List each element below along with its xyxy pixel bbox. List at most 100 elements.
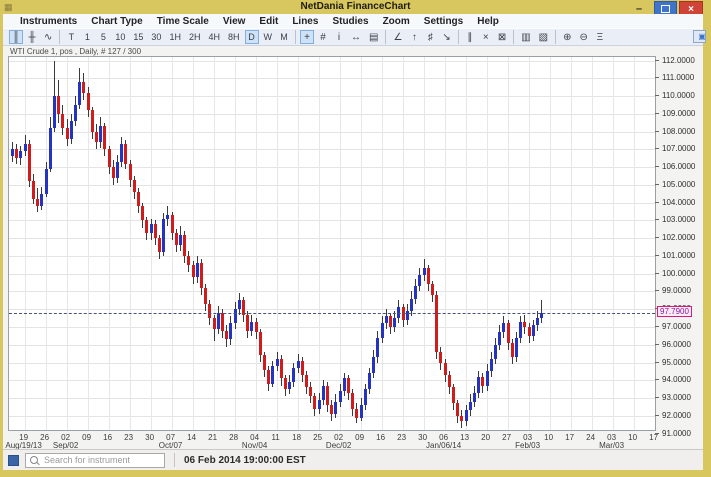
ray-line-icon[interactable]: ↘ <box>439 30 453 44</box>
price-tick-mark <box>655 344 659 345</box>
line-chart-button[interactable]: ∿ <box>41 30 55 44</box>
candle-body <box>61 114 64 128</box>
toolbar-separator <box>555 30 556 44</box>
timescale-4h-button[interactable]: 4H <box>205 30 223 44</box>
trend-line-icon[interactable]: ∠ <box>390 30 405 44</box>
candle-body <box>187 256 190 265</box>
instrument-search-box[interactable] <box>25 453 165 468</box>
candle-body <box>343 378 346 390</box>
price-tick-mark <box>655 131 659 132</box>
timescale-8h-button[interactable]: 8H <box>225 30 243 44</box>
timescale-weekly-button[interactable]: W <box>261 30 276 44</box>
candle-body <box>423 268 426 275</box>
price-axis[interactable]: 112.0000111.0000110.0000109.0000108.0000… <box>655 46 703 449</box>
window-title: NetDania FinanceChart <box>0 1 711 12</box>
status-grip-icon[interactable] <box>8 455 19 466</box>
timescale-2h-button[interactable]: 2H <box>186 30 204 44</box>
menu-help[interactable]: Help <box>470 16 506 27</box>
candle-body <box>309 387 312 396</box>
candle-body <box>162 219 165 253</box>
gridline-horizontal <box>9 78 655 79</box>
date-tick-label: 09 <box>355 433 364 442</box>
timescale-daily-button[interactable]: D <box>245 30 259 44</box>
date-tick-label: 16 <box>103 433 112 442</box>
grid-icon[interactable]: # <box>316 30 330 44</box>
parallel-line-icon[interactable]: ∥ <box>463 30 477 44</box>
price-tick-mark <box>655 237 659 238</box>
price-tick-label: 97.0000 <box>662 322 691 331</box>
gridline-vertical <box>424 57 425 430</box>
candlestick-chart-button[interactable]: ║ <box>9 30 23 44</box>
zoom-interval-icon[interactable]: Ξ <box>593 30 607 44</box>
candle-body <box>28 144 31 181</box>
timescale-5m-button[interactable]: 5 <box>96 30 110 44</box>
candle-body <box>376 338 379 358</box>
price-tick-mark <box>655 326 659 327</box>
delete-line-icon[interactable]: × <box>479 30 493 44</box>
menu-edit[interactable]: Edit <box>252 16 285 27</box>
gridline-vertical <box>529 57 530 430</box>
timescale-monthly-button[interactable]: M <box>277 30 291 44</box>
delete-all-lines-icon[interactable]: ⊠ <box>495 30 509 44</box>
price-tick-mark <box>655 219 659 220</box>
gridline-horizontal <box>9 220 655 221</box>
price-tick-label: 106.0000 <box>662 162 695 171</box>
candle-body <box>381 323 384 337</box>
candle-body <box>439 352 442 363</box>
last-price-line[interactable] <box>9 313 655 314</box>
timescale-1h-button[interactable]: 1H <box>166 30 184 44</box>
candle-body <box>469 402 472 411</box>
crosshair-icon[interactable]: + <box>300 30 314 44</box>
candle-body <box>15 149 18 158</box>
candle-body <box>515 338 518 358</box>
candle-body <box>103 126 106 149</box>
title-bar[interactable]: ▦ NetDania FinanceChart – × <box>0 0 711 14</box>
gridline-vertical <box>571 57 572 430</box>
timescale-tick-button[interactable]: T <box>64 30 78 44</box>
price-tick-mark <box>655 415 659 416</box>
menu-lines[interactable]: Lines <box>285 16 325 27</box>
zoom-in-icon[interactable]: ⊕ <box>560 30 574 44</box>
info-icon[interactable]: i <box>332 30 346 44</box>
search-input[interactable] <box>42 454 163 466</box>
menu-settings[interactable]: Settings <box>417 16 470 27</box>
menu-instruments[interactable]: Instruments <box>13 16 84 27</box>
menu-zoom[interactable]: Zoom <box>376 16 417 27</box>
candle-body <box>183 235 186 256</box>
candle-body <box>259 332 262 355</box>
menu-view[interactable]: View <box>216 16 253 27</box>
zoom-out-icon[interactable]: ⊖ <box>577 30 591 44</box>
timescale-30m-button[interactable]: 30 <box>148 30 164 44</box>
print-icon[interactable]: ▥ <box>518 30 533 44</box>
timescale-1m-button[interactable]: 1 <box>80 30 94 44</box>
candle-body <box>360 405 363 417</box>
menu-studies[interactable]: Studies <box>325 16 375 27</box>
candlestick-plot[interactable] <box>8 56 656 431</box>
print-preview-icon[interactable]: ▧ <box>536 30 551 44</box>
gridline-vertical <box>67 57 68 430</box>
candle-body <box>523 322 526 327</box>
price-tick-label: 92.0000 <box>662 411 691 420</box>
candle-body <box>234 309 237 323</box>
fibonacci-icon[interactable]: ♯ <box>423 30 437 44</box>
gridline-horizontal <box>9 363 655 364</box>
menu-time-scale[interactable]: Time Scale <box>150 16 216 27</box>
candle-body <box>284 378 287 389</box>
candle-body <box>196 263 199 277</box>
timescale-15m-button[interactable]: 15 <box>130 30 146 44</box>
candle-body <box>124 144 127 164</box>
arrow-line-icon[interactable]: ↑ <box>407 30 421 44</box>
menu-chart-type[interactable]: Chart Type <box>84 16 150 27</box>
candle-body <box>418 275 421 286</box>
pan-icon[interactable]: ↔ <box>348 30 364 44</box>
date-tick-label: 21 <box>208 433 217 442</box>
news-icon[interactable]: ▤ <box>366 30 381 44</box>
bar-chart-button[interactable]: ╫ <box>25 30 39 44</box>
price-tick-label: 102.0000 <box>662 233 695 242</box>
quote-timestamp: 06 Feb 2014 19:00:00 EST <box>184 455 306 466</box>
side-panel-icon[interactable]: ▣ <box>693 30 706 43</box>
price-tick-label: 111.0000 <box>662 73 694 82</box>
timescale-10m-button[interactable]: 10 <box>112 30 128 44</box>
candle-body <box>213 318 216 329</box>
candle-body <box>313 396 316 408</box>
